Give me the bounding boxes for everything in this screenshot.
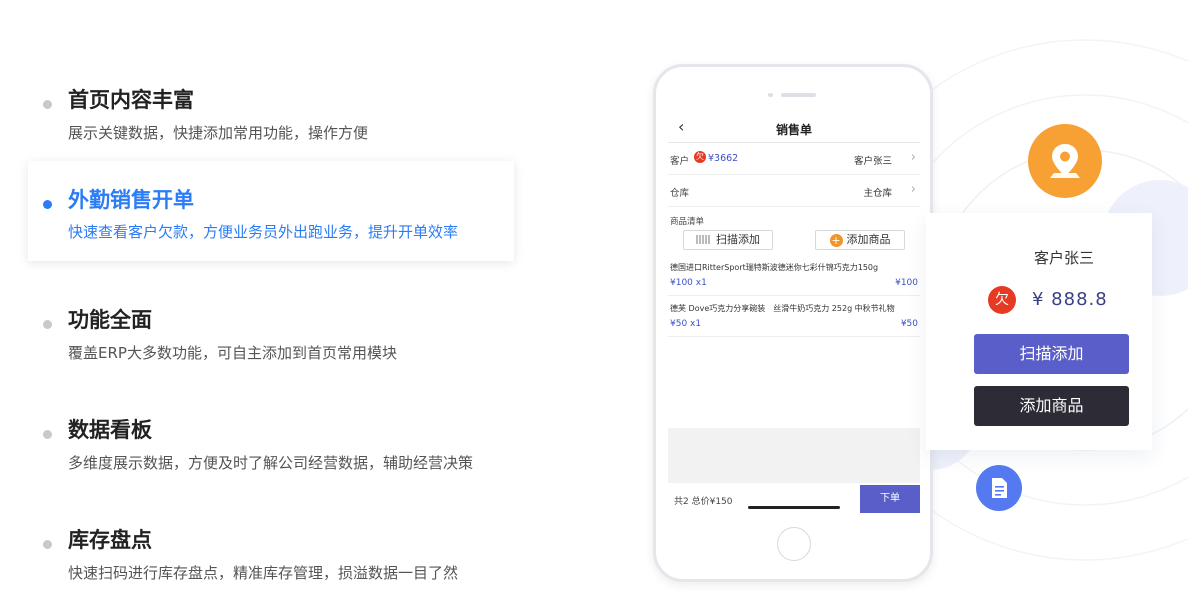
- nav-bar: ‹ 销售单: [668, 111, 920, 143]
- location-pin-icon: [1050, 144, 1080, 178]
- feature-title: 首页内容丰富: [68, 88, 194, 112]
- feature-item-full-features[interactable]: 功能全面 覆盖ERP大多数功能，可自主添加到首页常用模块: [28, 292, 514, 392]
- feature-item-inventory[interactable]: 库存盘点 快速扫码进行库存盘点，精准库存管理，损溢数据一目了然: [28, 512, 514, 606]
- product-name: 德国进口RitterSport瑞特斯波德迷你七彩什锦巧克力150g: [670, 263, 879, 272]
- owe-badge: 欠: [988, 286, 1016, 314]
- feature-item-dashboard[interactable]: 数据看板 多维度展示数据，方便及时了解公司经营数据，辅助经营决策: [28, 402, 514, 502]
- add-product-label: 添加商品: [846, 233, 891, 246]
- scan-add-button[interactable]: 扫描添加: [683, 230, 773, 250]
- product-item[interactable]: 德芙 Dove巧克力分享碗装 丝滑牛奶巧克力 252g 中秋节礼物 ¥50 x1…: [668, 299, 920, 337]
- customer-label: 客户: [670, 156, 690, 167]
- phone-screen: ‹ 销售单 客户 欠 ¥3662 客户张三 › 仓库 主仓库 › 商品清单 扫描…: [668, 111, 920, 513]
- product-amount: ¥50: [900, 319, 918, 329]
- feature-title: 功能全面: [68, 308, 152, 332]
- empty-area: [668, 428, 920, 483]
- feature-desc: 展示关键数据，快捷添加常用功能，操作方便: [68, 124, 369, 142]
- customer-card: 客户张三 欠 ¥ 888.8 扫描添加 添加商品: [926, 213, 1152, 450]
- feature-desc: 快速扫码进行库存盘点，精准库存管理，损溢数据一目了然: [68, 564, 459, 582]
- feature-list: 首页内容丰富 展示关键数据，快捷添加常用功能，操作方便 外勤销售开单 快速查看客…: [0, 0, 540, 606]
- card-amount: ¥ 888.8: [1032, 289, 1108, 310]
- card-scan-add-button[interactable]: 扫描添加: [974, 334, 1129, 374]
- bullet-dot: [43, 320, 52, 329]
- location-circle: [1028, 124, 1102, 198]
- document-icon: [992, 478, 1007, 498]
- bullet-dot: [43, 100, 52, 109]
- warehouse-label: 仓库: [670, 188, 690, 199]
- chevron-right-icon: ›: [910, 182, 916, 197]
- product-price-qty: ¥50 x1: [670, 319, 702, 329]
- phone-speaker: [768, 93, 818, 97]
- bullet-dot: [43, 430, 52, 439]
- home-indicator: [748, 506, 840, 509]
- page-title: 销售单: [775, 123, 812, 137]
- product-price-qty: ¥100 x1: [670, 278, 707, 288]
- feature-desc: 覆盖ERP大多数功能，可自主添加到首页常用模块: [68, 344, 397, 362]
- feature-title: 外勤销售开单: [68, 188, 194, 212]
- warehouse-row[interactable]: 仓库 主仓库 ›: [668, 175, 920, 207]
- customer-row[interactable]: 客户 欠 ¥3662 客户张三 ›: [668, 143, 920, 175]
- product-item[interactable]: 德国进口RitterSport瑞特斯波德迷你七彩什锦巧克力150g ¥100 x…: [668, 258, 920, 296]
- home-button[interactable]: [777, 527, 811, 561]
- document-circle: [976, 465, 1022, 511]
- product-amount: ¥100: [895, 278, 918, 288]
- owe-badge: 欠: [694, 151, 706, 163]
- product-name: 德芙 Dove巧克力分享碗装 丝滑牛奶巧克力 252g 中秋节礼物: [670, 304, 895, 313]
- plus-circle-icon: +: [829, 234, 843, 247]
- add-product-button[interactable]: + 添加商品: [815, 230, 905, 250]
- place-order-button[interactable]: 下单: [860, 485, 920, 513]
- card-add-product-button[interactable]: 添加商品: [974, 386, 1129, 426]
- feature-desc: 快速查看客户欠款，方便业务员外出跑业务，提升开单效率: [68, 223, 459, 241]
- scan-add-label: 扫描添加: [716, 233, 760, 246]
- order-total: 共2 总价¥150: [674, 497, 733, 507]
- bullet-dot: [43, 540, 52, 549]
- warehouse-value: 主仓库: [863, 188, 892, 199]
- feature-desc: 多维度展示数据，方便及时了解公司经营数据，辅助经营决策: [68, 454, 474, 472]
- feature-title: 库存盘点: [68, 528, 152, 552]
- debt-amount: ¥3662: [708, 153, 739, 164]
- product-list-label: 商品清单: [670, 217, 705, 227]
- bullet-dot: [43, 200, 52, 209]
- feature-title: 数据看板: [68, 418, 152, 442]
- card-customer-name: 客户张三: [1033, 249, 1094, 267]
- chevron-right-icon: ›: [910, 150, 916, 165]
- phone-mockup: ‹ 销售单 客户 欠 ¥3662 客户张三 › 仓库 主仓库 › 商品清单 扫描…: [653, 64, 933, 582]
- feature-item-homepage[interactable]: 首页内容丰富 展示关键数据，快捷添加常用功能，操作方便: [28, 72, 514, 172]
- feature-item-field-sales[interactable]: 外勤销售开单 快速查看客户欠款，方便业务员外出跑业务，提升开单效率: [28, 161, 514, 261]
- barcode-icon: [696, 235, 710, 244]
- customer-name: 客户张三: [853, 156, 892, 167]
